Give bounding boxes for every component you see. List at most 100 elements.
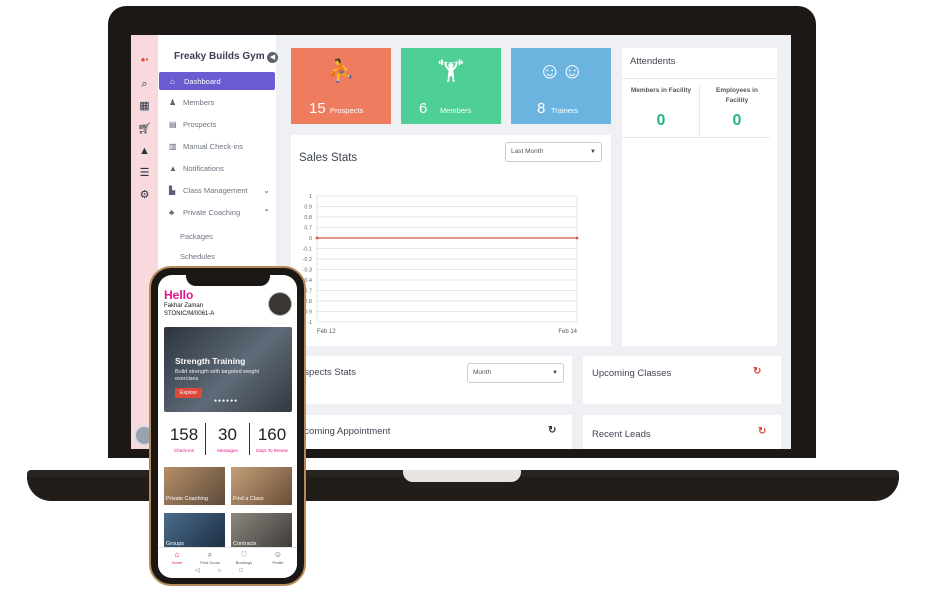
tile-prospects[interactable]: ⛹ 15 Prospects bbox=[291, 48, 391, 124]
sidebar-item-members[interactable]: ♟ Members bbox=[158, 93, 276, 111]
refresh-icon[interactable]: ↻ bbox=[758, 426, 766, 437]
data-point bbox=[575, 236, 579, 240]
sidebar-item-private-coaching[interactable]: ♣ Private Coaching ⌃ bbox=[158, 203, 276, 221]
sidebar-item-manual-checkins[interactable]: ▥ Manual Check-ins bbox=[158, 137, 276, 155]
settings-icon[interactable]: ⚙ bbox=[137, 188, 152, 203]
prospects-stats-card: ospects Stats Month ▼ bbox=[291, 356, 572, 404]
explore-button[interactable]: Explore bbox=[175, 388, 202, 398]
home-icon[interactable]: ⌂ bbox=[168, 550, 186, 559]
coaching-icon: ♣ bbox=[169, 207, 175, 217]
caret-down-icon: ▼ bbox=[552, 370, 558, 376]
calendar-icon[interactable]: ▦ bbox=[137, 99, 152, 114]
y-tick-label: 1 bbox=[309, 194, 312, 200]
nav-home-label[interactable]: Home bbox=[168, 560, 186, 565]
search-icon[interactable]: ⌕ bbox=[201, 550, 219, 560]
recent-leads-title: Recent Leads bbox=[592, 429, 651, 440]
sidebar-item-label: Dashboard bbox=[184, 76, 221, 86]
tile-label: Trainers bbox=[551, 106, 579, 115]
x-tick-label: Feb 12 bbox=[317, 329, 336, 335]
bell-icon: ▲ bbox=[169, 163, 177, 173]
sidebar-item-label: Prospects bbox=[183, 119, 217, 129]
gym-title: Freaky Builds Gym bbox=[174, 51, 265, 62]
select-value: Last Month bbox=[511, 148, 544, 155]
phone-screen: Hello Fakhar Zaman STONIC/M/0061-A Stren… bbox=[158, 275, 297, 578]
nav-profile-label[interactable]: Profile bbox=[269, 560, 287, 565]
y-tick-label: -0.2 bbox=[303, 257, 312, 263]
nav-find-label[interactable]: Find Gross bbox=[200, 560, 220, 565]
prospects-stats-title: ospects Stats bbox=[299, 367, 357, 378]
divider bbox=[622, 137, 770, 138]
grid-tile-private-coaching[interactable]: Private Coaching bbox=[164, 467, 225, 505]
renew-value: 160 bbox=[257, 425, 287, 444]
sidebar-item-label: Notifications bbox=[183, 163, 224, 173]
sidebar-item-notifications[interactable]: ▲ Notifications bbox=[158, 159, 276, 177]
weightlifter-icon: 🏋︎ bbox=[437, 58, 465, 83]
tile-trainers[interactable]: ☺☺ 8 Trainers bbox=[511, 48, 611, 124]
tile-label: Prospects bbox=[330, 106, 364, 115]
caret-down-icon: ▼ bbox=[590, 149, 596, 155]
tile-members[interactable]: 🏋︎ 6 Members bbox=[401, 48, 501, 124]
refresh-icon[interactable]: ↻ bbox=[753, 366, 761, 377]
sidebar-subitem-schedules[interactable]: Schedules bbox=[180, 252, 215, 261]
chevron-up-icon: ⌃ bbox=[263, 207, 270, 217]
sales-period-select[interactable]: Last Month ▼ bbox=[505, 142, 602, 162]
y-tick-label: -1 bbox=[307, 320, 312, 326]
y-tick-label: -0.1 bbox=[303, 247, 312, 253]
divider bbox=[699, 85, 700, 137]
upcoming-appointment-title: pcoming Appointment bbox=[299, 426, 391, 437]
messages-label: Messages bbox=[217, 448, 238, 453]
sidebar-item-label: Manual Check-ins bbox=[183, 141, 244, 151]
sales-line-chart: 10.90.80.70-0.1-0.2-0.3-0.4-0.7-0.8-0.9-… bbox=[303, 194, 579, 335]
system-nav-buttons[interactable]: ◁○□ bbox=[195, 567, 261, 574]
brand-logo-icon[interactable]: ●▪ bbox=[137, 52, 152, 67]
y-tick-label: -0.3 bbox=[303, 268, 312, 274]
banner-text: Build strength with targeted weight exer… bbox=[175, 369, 260, 382]
refresh-icon[interactable]: ↻ bbox=[548, 425, 556, 436]
tile-label: Members bbox=[440, 106, 472, 115]
profile-avatar[interactable] bbox=[268, 292, 292, 316]
grid-tile-find-a-class[interactable]: Find a Class bbox=[231, 467, 292, 505]
chevron-down-icon: ⌄ bbox=[263, 185, 270, 195]
profile-icon[interactable]: ☺ bbox=[269, 550, 287, 559]
upcoming-classes-title: Upcoming Classes bbox=[592, 368, 672, 379]
prospect-icon: ▤ bbox=[169, 119, 177, 129]
upcoming-appointment-card: pcoming Appointment ↻ bbox=[291, 415, 572, 449]
recent-leads-card: Recent Leads ↻ bbox=[583, 415, 781, 449]
renew-label: Days To Renew bbox=[256, 448, 288, 453]
phone-notch bbox=[186, 272, 270, 286]
search-icon[interactable]: ⌕ bbox=[137, 77, 152, 92]
members-in-facility-value: 0 bbox=[656, 112, 666, 129]
checkins-value: 158 bbox=[169, 425, 199, 444]
sidebar-subitem-packages[interactable]: Packages bbox=[180, 232, 213, 241]
sidebar-item-label: Private Coaching bbox=[183, 207, 241, 217]
tile-value: 6 bbox=[419, 100, 428, 117]
home-icon: ⌂ bbox=[170, 76, 175, 86]
grid-tile-groups[interactable]: Groups bbox=[164, 513, 225, 547]
sales-stats-title: Sales Stats bbox=[299, 152, 358, 164]
banner-title: Strength Training bbox=[175, 356, 246, 366]
treadmill-icon: ⛹ bbox=[327, 58, 355, 83]
group-icon: ☺☺ bbox=[538, 58, 584, 83]
greeting: Hello bbox=[164, 288, 194, 302]
list-icon[interactable]: ☰ bbox=[137, 166, 152, 181]
member-id: STONIC/M/0061-A bbox=[164, 311, 215, 317]
x-tick-label: Feb 14 bbox=[558, 329, 577, 335]
bell-icon[interactable]: ▲ bbox=[137, 144, 152, 159]
strength-banner[interactable]: Strength Training Build strength with ta… bbox=[164, 327, 292, 412]
bookings-icon[interactable]: ♡ bbox=[235, 550, 253, 559]
y-tick-label: 0.7 bbox=[304, 226, 312, 232]
y-tick-label: 0 bbox=[309, 236, 312, 242]
prospects-period-select[interactable]: Month ▼ bbox=[467, 363, 564, 383]
attendents-card: Attendents Members in Facility 0 Employe… bbox=[622, 48, 777, 346]
sidebar-item-class-management[interactable]: ▙ Class Management ⌄ bbox=[158, 181, 276, 199]
grid-tile-contracts[interactable]: Contracts bbox=[231, 513, 292, 547]
sidebar-item-prospects[interactable]: ▤ Prospects bbox=[158, 115, 276, 133]
carousel-dots[interactable]: ●●●●●● bbox=[214, 398, 238, 404]
grid-tile-label: Find a Class bbox=[233, 496, 264, 502]
cart-icon[interactable]: 🛒︎ bbox=[137, 122, 152, 137]
collapse-sidebar-button[interactable]: ◀ bbox=[267, 52, 278, 63]
y-tick-label: 0.9 bbox=[304, 205, 312, 211]
sidebar-item-dashboard[interactable]: ⌂ Dashboard bbox=[159, 72, 275, 90]
member-icon: ♟ bbox=[169, 97, 177, 107]
nav-bookings-label[interactable]: Bookings bbox=[234, 560, 254, 565]
